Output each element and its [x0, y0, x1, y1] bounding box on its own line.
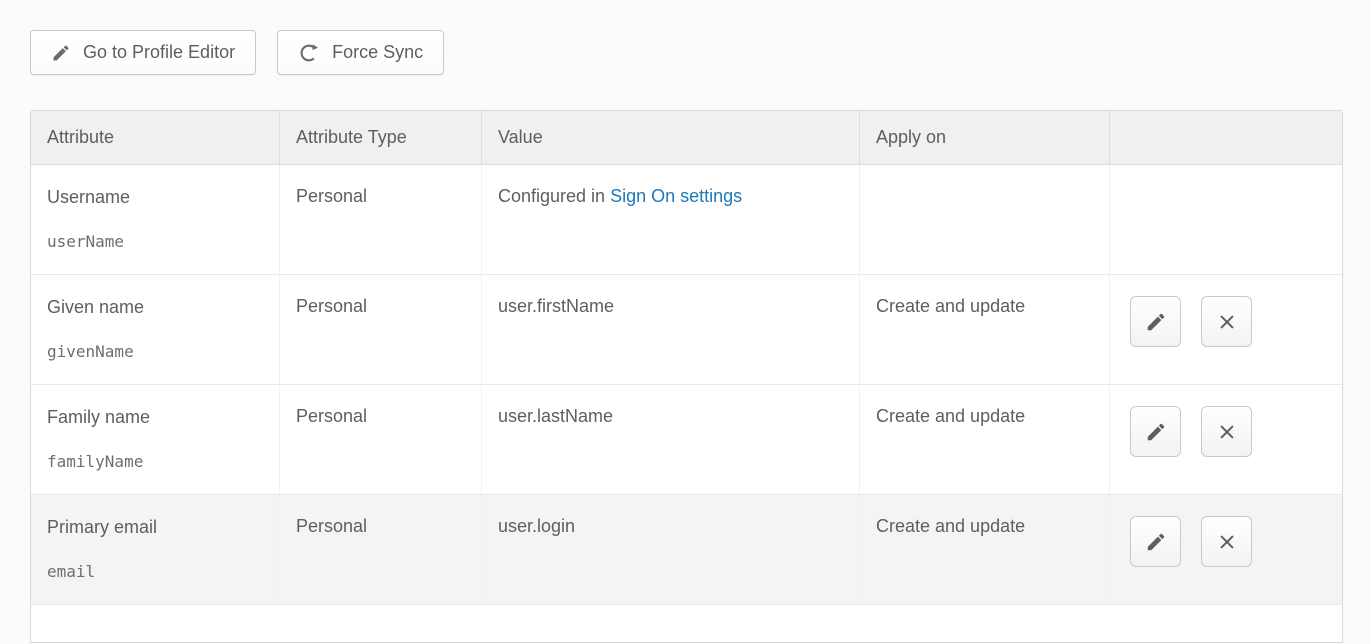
column-header-apply-on: Apply on — [860, 111, 1110, 164]
attribute-label: Primary email — [47, 516, 279, 538]
attribute-cell: Primary email email — [31, 495, 280, 604]
actions-cell — [1110, 385, 1342, 494]
actions-cell — [1110, 495, 1342, 604]
apply-on-cell: Create and update — [860, 495, 1110, 604]
attribute-label: Given name — [47, 296, 279, 318]
attribute-type-cell: Personal — [280, 385, 482, 494]
actions-cell — [1110, 165, 1342, 274]
table-row: Given name givenName Personal user.first… — [31, 275, 1342, 385]
attribute-label: Username — [47, 186, 279, 208]
attribute-label: Family name — [47, 406, 279, 428]
table-row: Username userName Personal Configured in… — [31, 165, 1342, 275]
close-icon — [1216, 531, 1238, 553]
column-header-attribute: Attribute — [31, 111, 280, 164]
value-text: Configured in — [498, 186, 610, 206]
edit-attribute-button[interactable] — [1130, 516, 1181, 567]
sign-on-settings-link[interactable]: Sign On settings — [610, 186, 742, 206]
force-sync-button[interactable]: Force Sync — [277, 30, 444, 75]
attribute-variable-name: email — [47, 562, 279, 582]
pencil-icon — [1145, 421, 1167, 443]
table-header-row: Attribute Attribute Type Value Apply on — [31, 111, 1342, 165]
delete-attribute-button[interactable] — [1201, 296, 1252, 347]
column-header-attribute-type: Attribute Type — [280, 111, 482, 164]
actions-cell — [1110, 275, 1342, 384]
attribute-type-cell: Personal — [280, 165, 482, 274]
delete-attribute-button[interactable] — [1201, 406, 1252, 457]
attribute-variable-name: givenName — [47, 342, 279, 362]
attribute-cell: Given name givenName — [31, 275, 280, 384]
delete-attribute-button[interactable] — [1201, 516, 1252, 567]
refresh-icon — [298, 42, 320, 64]
toolbar: Go to Profile Editor Force Sync — [30, 30, 1370, 75]
edit-attribute-button[interactable] — [1130, 406, 1181, 457]
table-row-partial — [31, 605, 1342, 642]
table-row: Primary email email Personal user.login … — [31, 495, 1342, 605]
pencil-icon — [1145, 531, 1167, 553]
attribute-cell: Username userName — [31, 165, 280, 274]
pencil-icon — [1145, 311, 1167, 333]
attribute-type-cell: Personal — [280, 275, 482, 384]
apply-on-cell: Create and update — [860, 385, 1110, 494]
edit-attribute-button[interactable] — [1130, 296, 1181, 347]
close-icon — [1216, 421, 1238, 443]
attribute-mapping-table: Attribute Attribute Type Value Apply on … — [30, 110, 1343, 643]
table-row: Family name familyName Personal user.las… — [31, 385, 1342, 495]
attribute-type-cell: Personal — [280, 495, 482, 604]
go-to-profile-editor-button[interactable]: Go to Profile Editor — [30, 30, 256, 75]
apply-on-cell: Create and update — [860, 275, 1110, 384]
value-cell: Configured in Sign On settings — [482, 165, 860, 274]
column-header-value: Value — [482, 111, 860, 164]
value-cell: user.login — [482, 495, 860, 604]
value-cell: user.lastName — [482, 385, 860, 494]
apply-on-cell — [860, 165, 1110, 274]
pencil-icon — [51, 43, 71, 63]
attribute-variable-name: userName — [47, 232, 279, 252]
force-sync-label: Force Sync — [332, 42, 423, 63]
attribute-cell: Family name familyName — [31, 385, 280, 494]
go-to-profile-editor-label: Go to Profile Editor — [83, 42, 235, 63]
attribute-variable-name: familyName — [47, 452, 279, 472]
close-icon — [1216, 311, 1238, 333]
value-cell: user.firstName — [482, 275, 860, 384]
column-header-actions — [1110, 111, 1342, 164]
